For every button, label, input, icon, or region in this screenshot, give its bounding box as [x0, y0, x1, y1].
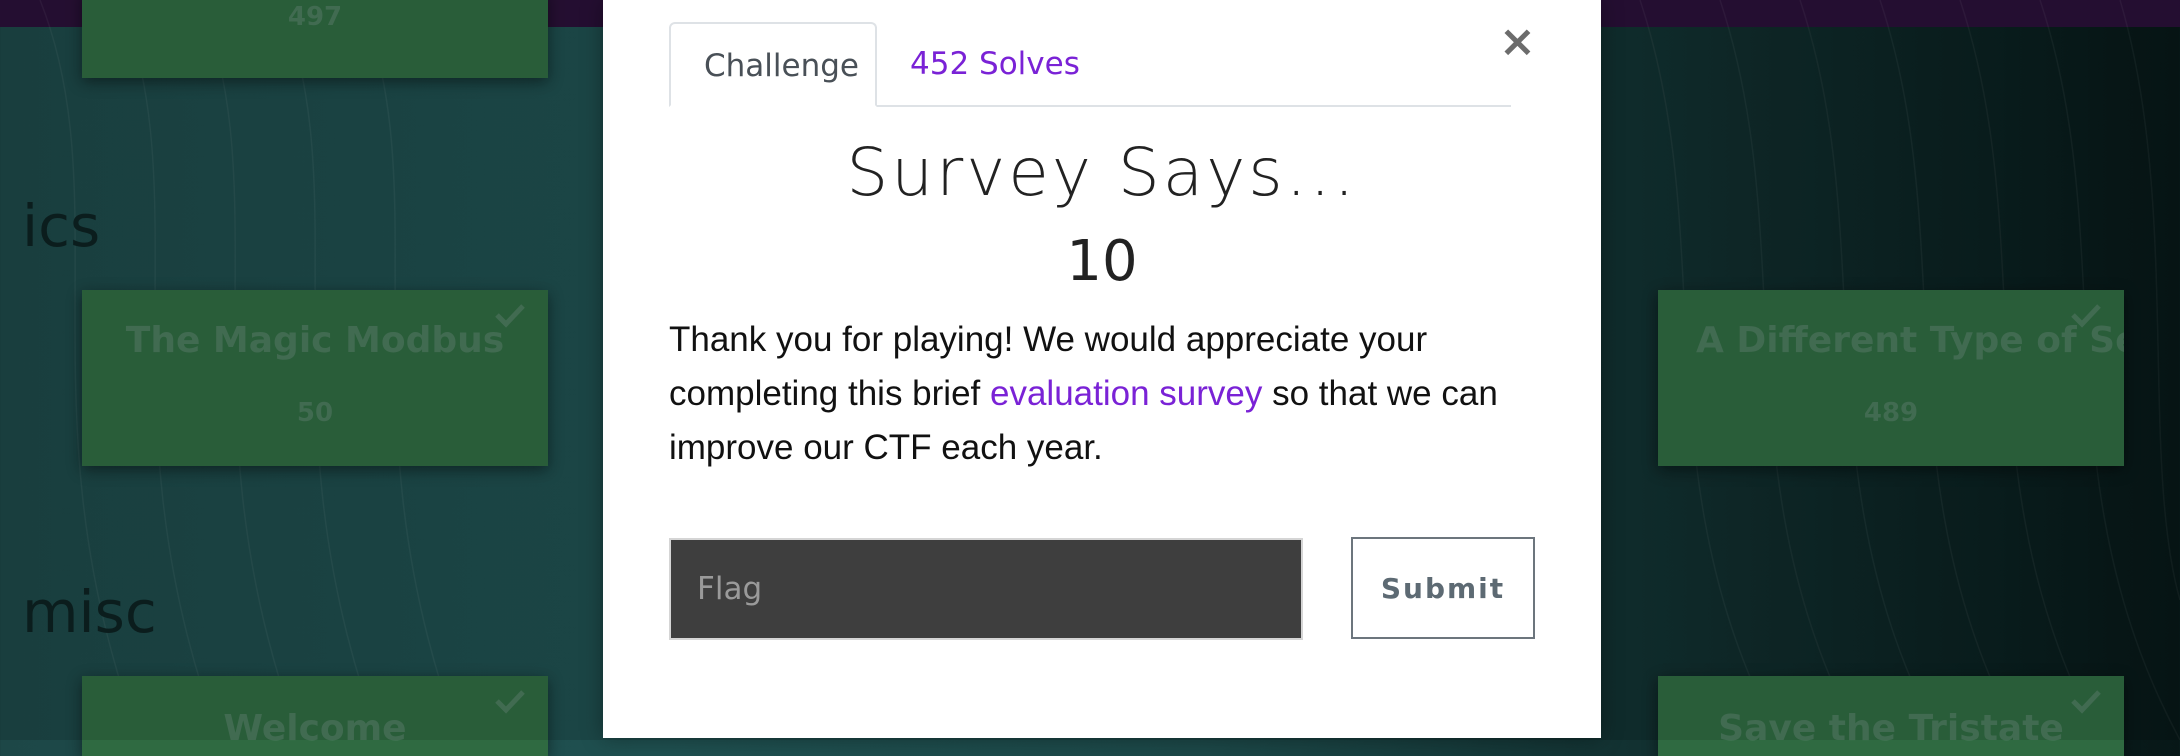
- modal-tabs: Challenge 452 Solves: [669, 22, 1511, 107]
- flag-input[interactable]: [669, 538, 1303, 640]
- survey-link[interactable]: evaluation survey: [990, 374, 1262, 413]
- challenge-modal: Challenge 452 Solves × Survey Says... 10…: [603, 0, 1601, 738]
- tab-solves[interactable]: 452 Solves: [877, 22, 1113, 105]
- challenge-description: Thank you for playing! We would apprecia…: [669, 313, 1529, 475]
- tab-challenge[interactable]: Challenge: [669, 22, 877, 107]
- close-icon[interactable]: ×: [1499, 20, 1536, 64]
- challenge-title: Survey Says...: [846, 134, 1358, 211]
- submit-button[interactable]: Submit: [1351, 537, 1535, 639]
- challenge-value: 10: [1066, 229, 1138, 294]
